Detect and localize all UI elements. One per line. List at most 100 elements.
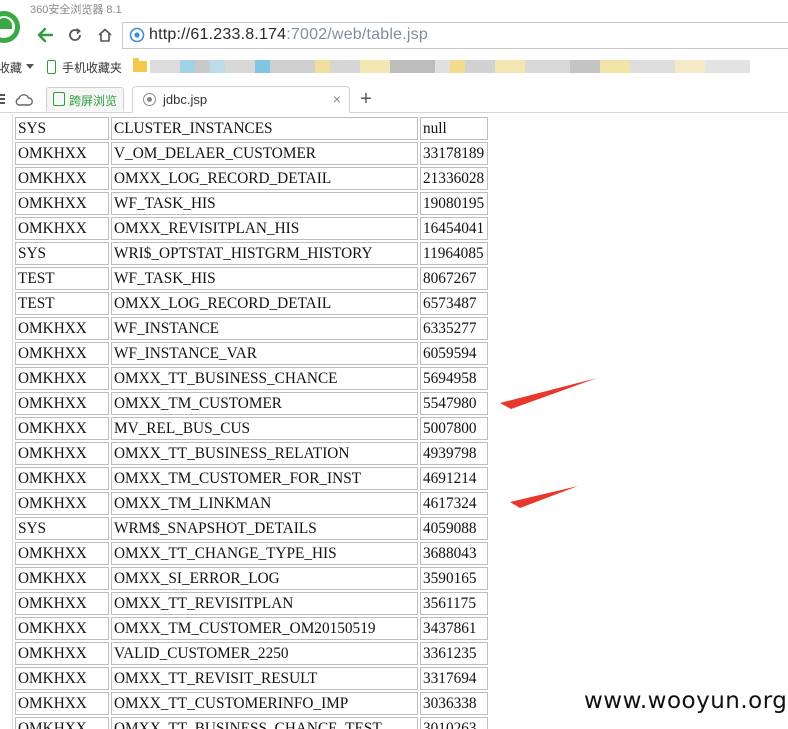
- row-count-cell: 3317694: [420, 667, 488, 690]
- row-count-cell: 11964085: [420, 242, 488, 265]
- table-name-cell: OMXX_TT_BUSINESS_RELATION: [111, 442, 418, 465]
- cloud-icon[interactable]: [14, 92, 34, 108]
- table-row: OMKHXX OMXX_TT_CHANGE_TYPE_HIS 3688043: [15, 542, 488, 565]
- row-count-cell: 5547980: [420, 392, 488, 415]
- url-host: http://61.233.8.174: [149, 26, 287, 43]
- page-favicon-icon: [143, 93, 156, 106]
- redacted-bookmark: [180, 60, 195, 73]
- table-row: OMKHXX OMXX_TM_LINKMAN 4617324: [15, 492, 488, 515]
- navigation-bar: http://61.233.8.174:7002/web/table.jsp: [0, 20, 788, 50]
- owner-cell: OMKHXX: [15, 467, 109, 490]
- bookmarks-bar: 收藏 手机收藏夹: [0, 54, 788, 80]
- row-count-cell: 6059594: [420, 342, 488, 365]
- row-count-cell: 3036338: [420, 692, 488, 715]
- split-screen-icon: [53, 92, 65, 106]
- table-row: OMKHXX OMXX_TT_CUSTOMERINFO_IMP 3036338: [15, 692, 488, 715]
- favorites-menu[interactable]: 收藏: [0, 59, 22, 76]
- owner-cell: OMKHXX: [15, 542, 109, 565]
- owner-cell: SYS: [15, 242, 109, 265]
- sidebar-toggle-icon[interactable]: [0, 92, 6, 106]
- row-count-cell: 19080195: [420, 192, 488, 215]
- redacted-bookmark: [225, 60, 255, 73]
- page-content: SYS CLUSTER_INSTANCES null OMKHXX V_OM_DELAE…: [0, 114, 788, 729]
- refresh-button[interactable]: [64, 24, 86, 46]
- annotation-arrow: [510, 486, 578, 508]
- table-row: SYS CLUSTER_INSTANCES null: [15, 117, 488, 140]
- owner-cell: OMKHXX: [15, 167, 109, 190]
- owner-cell: OMKHXX: [15, 142, 109, 165]
- row-count-cell: 3010263: [420, 717, 488, 729]
- home-button[interactable]: [94, 24, 116, 46]
- redacted-bookmark: [210, 60, 225, 73]
- row-count-cell: 4691214: [420, 467, 488, 490]
- redacted-bookmark: [525, 60, 570, 73]
- tab-split-view-label: 跨屏浏览: [69, 94, 118, 108]
- row-count-cell: 5694958: [420, 367, 488, 390]
- annotation-arrow: [500, 378, 597, 409]
- table-row: SYS WRM$_SNAPSHOT_DETAILS 4059088: [15, 517, 488, 540]
- table-name-cell: OMXX_TT_BUSINESS_CHANCE: [111, 367, 418, 390]
- row-count-cell: 33178189: [420, 142, 488, 165]
- watermark: www.wooyun.org: [584, 688, 788, 714]
- table-row: SYS WRI$_OPTSTAT_HISTGRM_HISTORY 11964085: [15, 242, 488, 265]
- owner-cell: SYS: [15, 117, 109, 140]
- row-count-cell: 4939798: [420, 442, 488, 465]
- table-name-cell: OMXX_TT_BUSINESS_CHANCE_TEST: [111, 717, 418, 729]
- row-count-cell: 16454041: [420, 217, 488, 240]
- bookmark-folder-icon[interactable]: [133, 58, 147, 72]
- refresh-icon: [69, 28, 81, 41]
- mobile-favorites-link[interactable]: 手机收藏夹: [62, 59, 122, 76]
- table-name-cell: WF_INSTANCE: [111, 317, 418, 340]
- tab-split-view[interactable]: 跨屏浏览: [46, 87, 124, 111]
- owner-cell: OMKHXX: [15, 617, 109, 640]
- table-name-cell: VALID_CUSTOMER_2250: [111, 642, 418, 665]
- table-name-cell: OMXX_TM_CUSTOMER: [111, 392, 418, 415]
- owner-cell: OMKHXX: [15, 342, 109, 365]
- table-row: OMKHXX OMXX_SI_ERROR_LOG 3590165: [15, 567, 488, 590]
- row-count-cell: 4617324: [420, 492, 488, 515]
- table-name-cell: WF_TASK_HIS: [111, 267, 418, 290]
- table-name-cell: OMXX_TT_CUSTOMERINFO_IMP: [111, 692, 418, 715]
- table-row: OMKHXX V_OM_DELAER_CUSTOMER 33178189: [15, 142, 488, 165]
- close-tab-icon[interactable]: ×: [333, 91, 341, 107]
- home-icon: [98, 28, 112, 42]
- table-row: OMKHXX OMXX_LOG_RECORD_DETAIL 21336028: [15, 167, 488, 190]
- back-button[interactable]: [34, 24, 56, 46]
- url-text[interactable]: http://61.233.8.174:7002/web/table.jsp: [149, 26, 428, 44]
- dropdown-arrow-icon[interactable]: [26, 64, 34, 69]
- owner-cell: SYS: [15, 517, 109, 540]
- table-name-cell: V_OM_DELAER_CUSTOMER: [111, 142, 418, 165]
- row-count-cell: 6335277: [420, 317, 488, 340]
- owner-cell: OMKHXX: [15, 442, 109, 465]
- table-name-cell: WF_TASK_HIS: [111, 192, 418, 215]
- table-row: OMKHXX OMXX_TT_BUSINESS_CHANCE 5694958: [15, 367, 488, 390]
- address-bar[interactable]: http://61.233.8.174:7002/web/table.jsp: [122, 22, 788, 49]
- redacted-bookmark: [630, 60, 675, 73]
- table-name-cell: WRI$_OPTSTAT_HISTGRM_HISTORY: [111, 242, 418, 265]
- redacted-bookmark: [315, 60, 330, 73]
- tab-jdbc[interactable]: jdbc.jsp ×: [132, 86, 350, 113]
- globe-icon: [129, 27, 145, 43]
- owner-cell: OMKHXX: [15, 392, 109, 415]
- owner-cell: OMKHXX: [15, 217, 109, 240]
- owner-cell: OMKHXX: [15, 492, 109, 515]
- redacted-bookmark: [450, 60, 465, 73]
- owner-cell: OMKHXX: [15, 592, 109, 615]
- redacted-bookmark: [390, 60, 435, 73]
- owner-cell: OMKHXX: [15, 192, 109, 215]
- tab-bar: 跨屏浏览 jdbc.jsp × +: [0, 86, 788, 113]
- table-row: OMKHXX WF_TASK_HIS 19080195: [15, 192, 488, 215]
- tab-jdbc-label: jdbc.jsp: [163, 92, 208, 107]
- row-count-cell: 6573487: [420, 292, 488, 315]
- redacted-bookmark: [360, 60, 390, 73]
- row-count-cell: 3361235: [420, 642, 488, 665]
- table-row: OMKHXX VALID_CUSTOMER_2250 3361235: [15, 642, 488, 665]
- redacted-bookmark: [435, 60, 450, 73]
- table-name-cell: WRM$_SNAPSHOT_DETAILS: [111, 517, 418, 540]
- title-bar: 360安全浏览器 8.1: [0, 0, 788, 43]
- table-name-cell: OMXX_TM_CUSTOMER_FOR_INST: [111, 467, 418, 490]
- table-name-cell: OMXX_TM_LINKMAN: [111, 492, 418, 515]
- new-tab-button[interactable]: +: [356, 88, 376, 110]
- row-count-cell: 3437861: [420, 617, 488, 640]
- redacted-bookmark: [465, 60, 495, 73]
